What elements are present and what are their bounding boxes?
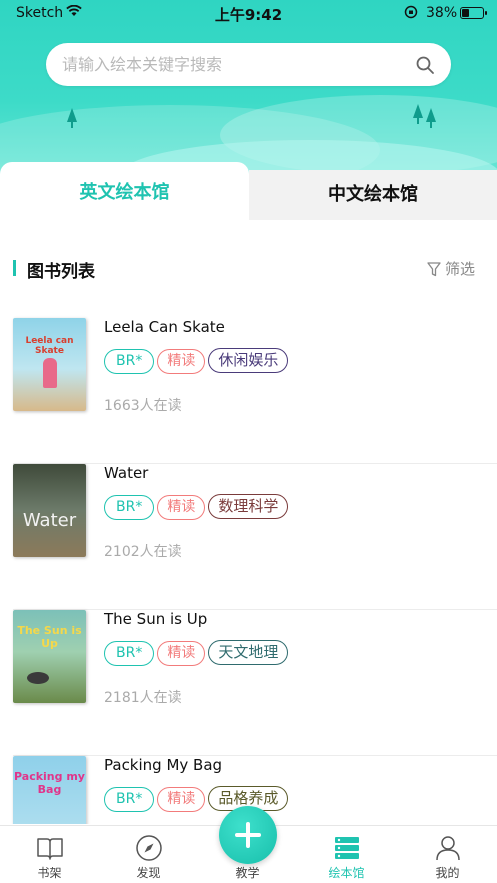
library-icon [335, 837, 359, 859]
battery-percent: 38% [426, 5, 458, 21]
category-tag: 数理科学 [208, 494, 289, 519]
search-input[interactable] [62, 43, 402, 86]
reader-count: 2181人在读 [104, 690, 182, 706]
book-title[interactable]: The Sun is Up [104, 610, 207, 628]
cover-title: Water [22, 510, 77, 531]
battery-icon [460, 7, 487, 19]
rotation-lock-icon [404, 5, 418, 23]
section-header: 图书列表 筛选 [13, 257, 483, 282]
nav-discover[interactable]: 发现 [99, 826, 198, 883]
book-cover[interactable]: The Sun is Up [13, 610, 86, 703]
cover-figure [43, 358, 57, 388]
status-bar: Sketch 上午9:42 38% [0, 0, 497, 26]
nav-label: 发现 [136, 866, 161, 880]
tab-chinese-books[interactable]: 中文绘本馆 [249, 170, 497, 220]
reader-count: 2102人在读 [104, 544, 182, 560]
book-title[interactable]: Packing My Bag [104, 756, 222, 774]
tree-decoration [67, 108, 77, 128]
section-accent-bar [13, 260, 16, 276]
filter-label: 筛选 [444, 260, 475, 278]
book-tags: BR* 精读 品格养成 [104, 786, 291, 812]
intensive-reading-tag: 精读 [157, 349, 206, 374]
nav-label: 书架 [37, 866, 62, 880]
intensive-reading-tag: 精读 [157, 495, 206, 520]
book-cover[interactable]: Leela can Skate [13, 318, 86, 411]
user-icon [436, 836, 460, 861]
tree-decoration [413, 104, 423, 124]
book-tags: BR* 精读 休闲娱乐 [104, 348, 291, 374]
book-item[interactable]: Leela can Skate Leela Can Skate BR* 精读 休闲娱… [13, 318, 497, 464]
tab-english-books[interactable]: 英文绘本馆 [0, 162, 249, 220]
filter-icon [427, 262, 441, 277]
level-tag: BR* [104, 495, 155, 520]
search-icon[interactable] [415, 55, 435, 75]
add-button[interactable] [219, 806, 277, 864]
book-item[interactable]: Water Water BR* 精读 数理科学 2102人在读 [13, 464, 497, 610]
nav-label: 我的 [435, 866, 460, 880]
book-title[interactable]: Leela Can Skate [104, 318, 225, 336]
book-list-panel: 图书列表 筛选 Leela can Skate Leela Can Skate … [0, 220, 497, 824]
book-tags: BR* 精读 天文地理 [104, 640, 291, 666]
cover-title: Leela can Skate [25, 336, 74, 356]
category-tag: 天文地理 [208, 640, 289, 665]
level-tag: BR* [104, 641, 155, 666]
book-title[interactable]: Water [104, 464, 148, 482]
cover-title: Packing my Bag [14, 770, 85, 796]
book-cover[interactable]: Water [13, 464, 86, 557]
nav-label: 绘本馆 [328, 866, 365, 880]
intensive-reading-tag: 精读 [157, 787, 206, 812]
reader-count: 1663人在读 [104, 398, 182, 414]
filter-button[interactable]: 筛选 [427, 258, 475, 279]
book-icon [37, 838, 63, 860]
nav-label: 教学 [235, 866, 260, 880]
nav-bookshelf[interactable]: 书架 [0, 826, 99, 883]
book-item[interactable]: The Sun is Up The Sun is Up BR* 精读 天文地理 21… [13, 610, 497, 756]
nav-library[interactable]: 绘本馆 [297, 826, 396, 883]
tree-decoration [426, 108, 436, 128]
category-tag: 休闲娱乐 [208, 348, 289, 373]
search-bar[interactable] [46, 43, 451, 86]
level-tag: BR* [104, 349, 155, 374]
book-cover[interactable]: Packing my Bag [13, 756, 86, 824]
compass-icon [136, 835, 162, 861]
battery-level [462, 9, 469, 17]
cover-title: The Sun is Up [17, 624, 82, 650]
level-tag: BR* [104, 787, 155, 812]
book-tags: BR* 精读 数理科学 [104, 494, 291, 520]
clock: 上午9:42 [214, 6, 283, 24]
nav-profile[interactable]: 我的 [398, 826, 497, 883]
section-title: 图书列表 [27, 262, 95, 282]
cover-figure [27, 672, 49, 684]
intensive-reading-tag: 精读 [157, 641, 206, 666]
